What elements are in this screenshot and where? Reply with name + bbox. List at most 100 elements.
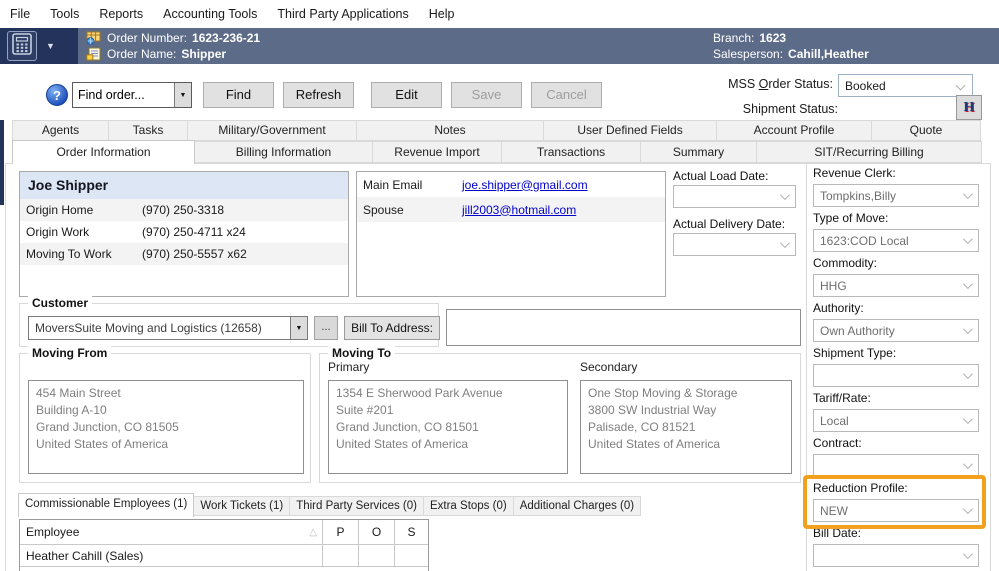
menu-bar: File Tools Reports Accounting Tools Thir…: [0, 0, 999, 28]
save-button: Save: [451, 82, 522, 108]
spouse-email-link[interactable]: jill2003@hotmail.com: [462, 203, 576, 217]
reduction-profile-field: Reduction Profile: NEW: [803, 475, 986, 529]
moverssuite-window: File Tools Reports Accounting Tools Thir…: [0, 0, 999, 571]
primary-label: Primary: [328, 360, 370, 374]
menu-accounting-tools[interactable]: Accounting Tools: [153, 0, 267, 28]
tab-transactions[interactable]: Transactions: [501, 141, 641, 163]
contact-name: Joe Shipper: [20, 172, 348, 199]
o-cell: [358, 545, 394, 566]
customer-value: MoversSuite Moving and Logistics (12658): [35, 321, 262, 335]
customer-ellipsis-button[interactable]: ...: [314, 316, 338, 340]
find-order-combo: ▼: [72, 82, 192, 108]
find-button[interactable]: Find: [203, 82, 274, 108]
shipment-type-select[interactable]: [813, 364, 979, 387]
authority-select[interactable]: Own Authority: [813, 319, 979, 342]
column-o[interactable]: O: [358, 520, 394, 544]
column-s[interactable]: S: [394, 520, 428, 544]
bill-date-field: Bill Date:: [813, 526, 979, 567]
actual-delivery-date-select[interactable]: [673, 233, 796, 256]
chevron-down-icon: [962, 414, 973, 425]
order-number-icon: [86, 31, 102, 45]
table-header-row: Employee △ P O S: [20, 520, 428, 545]
tab-billing-information[interactable]: Billing Information: [194, 141, 373, 163]
actual-load-date-select[interactable]: [673, 185, 796, 208]
calculator-icon: [12, 32, 32, 60]
calculator-button[interactable]: [7, 31, 37, 61]
tab-sit-recurring-billing[interactable]: SIT/Recurring Billing: [756, 141, 982, 163]
tab-third-party-services[interactable]: Third Party Services (0): [289, 496, 424, 516]
tab-agents[interactable]: Agents: [12, 120, 109, 141]
bill-to-address-box[interactable]: [446, 309, 801, 346]
phone-value: (970) 250-5557 x62: [142, 247, 247, 261]
column-p[interactable]: P: [322, 520, 358, 544]
edit-button[interactable]: Edit: [371, 82, 442, 108]
find-order-dropdown-button[interactable]: ▼: [174, 83, 191, 107]
chevron-down-icon: [962, 369, 973, 380]
order-header: ▼ Order Number: 1623-236-21 Order Name: …: [0, 28, 999, 64]
tariff-rate-select[interactable]: Local: [813, 409, 979, 432]
help-icon[interactable]: ?: [46, 84, 68, 106]
branch-value: 1623: [759, 31, 787, 45]
tab-summary[interactable]: Summary: [640, 141, 757, 163]
sort-ascending-icon: △: [309, 526, 317, 538]
customer-legend: Customer: [28, 296, 93, 310]
phone-row: Moving To Work (970) 250-5557 x62: [20, 243, 348, 265]
find-order-input[interactable]: [73, 83, 174, 107]
tab-order-information[interactable]: Order Information: [12, 140, 195, 164]
moving-from-address: 454 Main Street Building A-10 Grand Junc…: [28, 380, 304, 474]
shipment-status-label: Shipment Status:: [742, 102, 838, 116]
cancel-button: Cancel: [531, 82, 602, 108]
menu-reports[interactable]: Reports: [89, 0, 153, 28]
menu-file[interactable]: File: [0, 0, 40, 28]
chevron-down-icon: [962, 459, 973, 470]
header-order-info: Order Number: 1623-236-21 Order Name: Sh…: [86, 30, 260, 62]
table-row[interactable]: Heather Cahill (Sales): [20, 545, 428, 567]
tab-revenue-import[interactable]: Revenue Import: [372, 141, 502, 163]
tab-row-secondary: Agents Tasks Military/Government Notes U…: [12, 120, 981, 141]
toolbar: ? ▼ Find Refresh Edit Save Cancel MSS Or…: [0, 64, 999, 120]
tab-quote[interactable]: Quote: [871, 120, 981, 141]
order-information-page: Joe Shipper Origin Home (970) 250-3318 O…: [5, 163, 991, 571]
branch-label: Branch:: [713, 31, 755, 45]
salesperson-label: Salesperson:: [713, 47, 784, 61]
revenue-clerk-select[interactable]: Tompkins,Billy: [813, 184, 979, 207]
type-of-move-select[interactable]: 1623:COD Local: [813, 229, 979, 252]
mss-order-status-select[interactable]: Booked: [838, 74, 973, 97]
moving-from-legend: Moving From: [28, 346, 112, 360]
customer-select[interactable]: MoversSuite Moving and Logistics (12658)…: [28, 316, 308, 340]
bill-to-address-button[interactable]: Bill To Address:: [344, 316, 440, 340]
reduction-profile-select[interactable]: NEW: [813, 499, 979, 522]
salesperson-value: Cahill,Heather: [788, 47, 869, 61]
tab-user-defined-fields[interactable]: User Defined Fields: [543, 120, 717, 141]
customer-dropdown-button[interactable]: ▼: [290, 317, 307, 339]
refresh-button[interactable]: Refresh: [283, 82, 354, 108]
commodity-select[interactable]: HHG: [813, 274, 979, 297]
column-employee[interactable]: Employee △: [20, 520, 322, 544]
email-row: Spouse jill2003@hotmail.com: [357, 197, 665, 222]
history-button[interactable]: H: [956, 95, 982, 120]
menu-tools[interactable]: Tools: [40, 0, 89, 28]
tab-account-profile[interactable]: Account Profile: [716, 120, 872, 141]
menu-help[interactable]: Help: [419, 0, 465, 28]
secondary-label: Secondary: [580, 360, 638, 374]
tab-work-tickets[interactable]: Work Tickets (1): [193, 496, 291, 516]
moving-to-legend: Moving To: [328, 346, 396, 360]
bill-date-select[interactable]: [813, 544, 979, 567]
phone-value: (970) 250-3318: [142, 203, 225, 217]
header-dropdown-caret[interactable]: ▼: [46, 41, 55, 51]
chevron-down-icon: [779, 238, 790, 249]
order-fields-column: Revenue Clerk: Tompkins,Billy Type of Mo…: [803, 166, 986, 571]
chevron-down-icon: [962, 324, 973, 335]
tab-military-government[interactable]: Military/Government: [187, 120, 357, 141]
commissionable-employees-table: Employee △ P O S Heather Cahill (Sales): [19, 519, 429, 571]
order-number-label: Order Number:: [107, 31, 188, 45]
chevron-down-icon: [962, 549, 973, 560]
tab-tasks[interactable]: Tasks: [108, 120, 188, 141]
main-email-link[interactable]: joe.shipper@gmail.com: [462, 178, 588, 192]
menu-third-party-applications[interactable]: Third Party Applications: [267, 0, 418, 28]
contract-select[interactable]: [813, 454, 979, 477]
tab-commissionable-employees[interactable]: Commissionable Employees (1): [18, 493, 195, 517]
tab-extra-stops[interactable]: Extra Stops (0): [422, 496, 514, 516]
tab-notes[interactable]: Notes: [356, 120, 544, 141]
tab-additional-charges[interactable]: Additional Charges (0): [512, 496, 642, 516]
